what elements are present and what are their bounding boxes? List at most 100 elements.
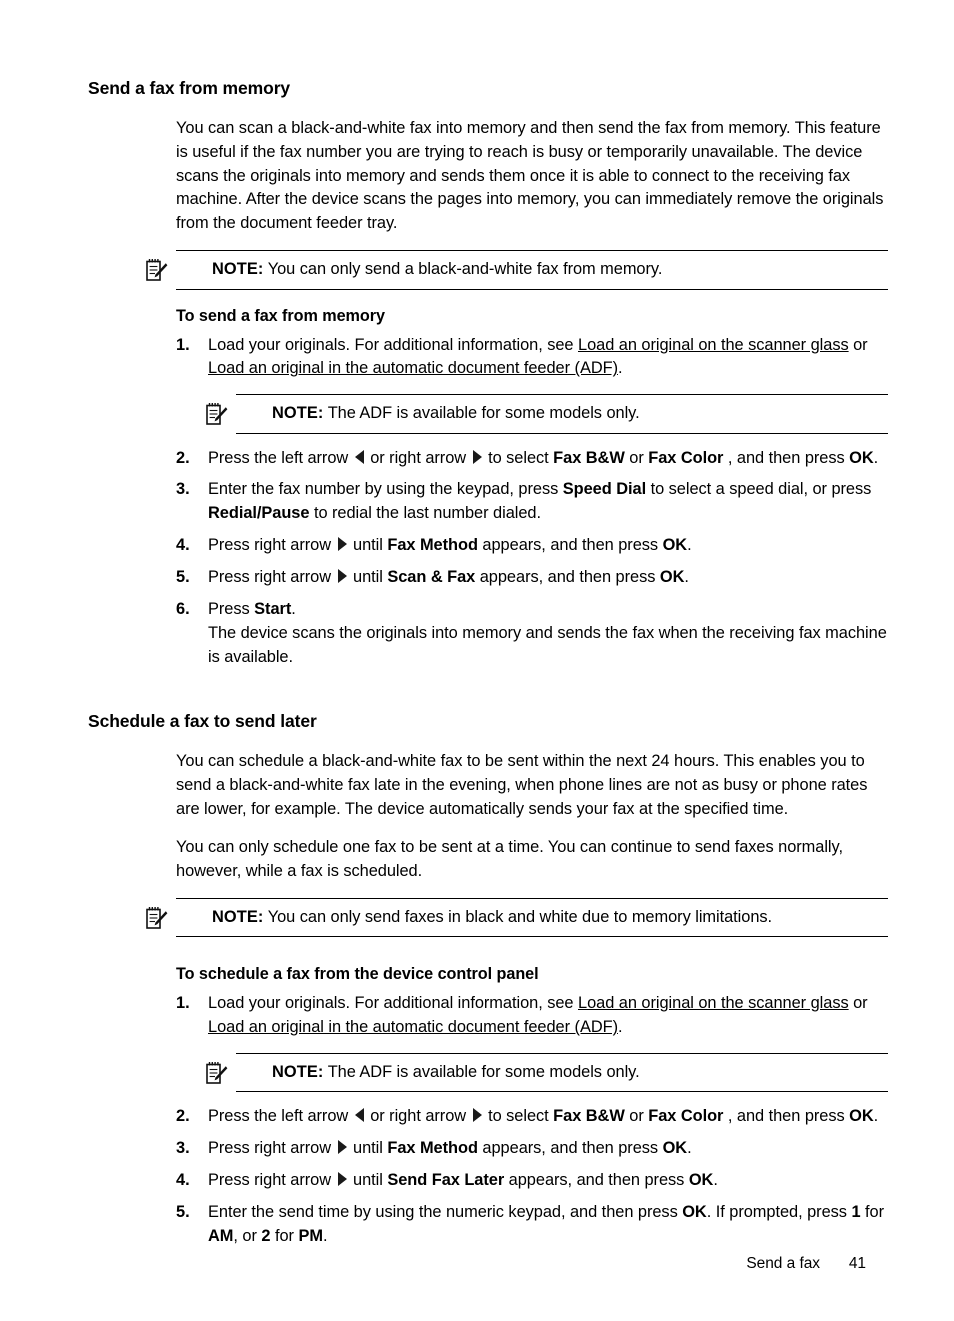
step-number: 4.: [176, 1170, 190, 1189]
note-box-3: NOTE: You can only send faxes in black a…: [146, 897, 888, 937]
step-number: 5.: [176, 1202, 190, 1221]
control-label-fax-bw: Fax B&W: [553, 448, 625, 467]
note-pad-pencil-icon: [206, 1061, 228, 1085]
step-text-a: Press: [208, 599, 255, 618]
procedure-heading-2: To schedule a fax from the device contro…: [176, 964, 539, 983]
section-heading-schedule-fax: Schedule a fax to send later: [88, 711, 317, 732]
section-body-2: You can schedule a black-and-white fax t…: [146, 750, 888, 1248]
list-item: 6. Press Start. The device scans the orig…: [176, 598, 888, 670]
list-item: 5. Press right arrow until Scan & Fax app…: [176, 566, 888, 590]
control-label-ok: OK: [662, 1138, 688, 1157]
step-text-d: .: [684, 568, 689, 587]
step-text-a: Press the left arrow: [208, 448, 353, 467]
note-text: The ADF is available for some models onl…: [327, 404, 640, 423]
link-load-original-scanner-glass[interactable]: Load an original on the scanner glass: [578, 336, 849, 354]
footer-page-number: 41: [848, 1255, 866, 1272]
step-text-b: or right arrow: [365, 1107, 471, 1126]
control-label-ok: OK: [662, 536, 688, 555]
left-arrow-icon: [354, 449, 364, 464]
step-text-e: , and then press: [727, 448, 850, 467]
note-box-4: NOTE: The ADF is available for some mode…: [206, 1052, 888, 1093]
control-label-fax-color: Fax Color: [648, 1107, 728, 1126]
step-text-d: or: [624, 1107, 649, 1126]
note-label: NOTE:: [272, 1062, 324, 1081]
step-number: 3.: [176, 1138, 190, 1157]
note-label: NOTE:: [272, 404, 324, 423]
note-content-4: NOTE: The ADF is available for some mode…: [236, 1062, 888, 1083]
step-text-d: .: [713, 1170, 718, 1189]
page-title: Send a fax from memory: [88, 78, 291, 98]
list-item: 4. Press right arrow until Send Fax Later…: [176, 1169, 888, 1193]
note-pad-pencil-icon: [146, 906, 168, 930]
step-text-c: appears, and then press: [475, 568, 660, 587]
step-number: 1.: [176, 335, 190, 354]
step-text-f: .: [873, 1107, 879, 1126]
control-label-ok: OK: [849, 1107, 874, 1126]
intro-paragraph-2a: You can schedule a black-and-white fax t…: [176, 752, 868, 819]
step-text-a: Enter the fax number by using the keypad…: [208, 480, 563, 499]
note-label: NOTE:: [212, 907, 264, 926]
note-label: NOTE:: [212, 260, 264, 279]
list-item: 1. Load your originals. For additional in…: [176, 992, 888, 1093]
list-item: 3. Press right arrow until Fax Method app…: [176, 1137, 888, 1161]
step-number: 3.: [176, 480, 190, 499]
step-text-d: , or: [233, 1226, 262, 1245]
note-pad-pencil-icon: [146, 258, 168, 282]
link-load-original-scanner-glass[interactable]: Load an original on the scanner glass: [578, 994, 849, 1012]
step-text-b: . If prompted, press: [706, 1202, 852, 1221]
step-text-b: .: [291, 599, 296, 618]
note-content-3: NOTE: You can only send faxes in black a…: [176, 907, 888, 928]
note-pad-pencil-icon: [206, 402, 228, 426]
note-box-1: NOTE: You can only send a black-and-whit…: [146, 250, 888, 290]
step-number: 5.: [176, 568, 190, 587]
step-text-c: .: [617, 359, 623, 378]
step-number: 4.: [176, 536, 190, 555]
control-label-ok: OK: [849, 448, 874, 467]
link-load-original-adf[interactable]: Load an original in the automatic docume…: [208, 1018, 618, 1036]
control-label-ok: OK: [682, 1202, 707, 1221]
footer-section-title: Send a fax: [746, 1255, 820, 1272]
step-text-f: .: [322, 1226, 328, 1245]
step-text-a: Press right arrow: [208, 1138, 336, 1157]
control-label-fax-bw: Fax B&W: [553, 1107, 625, 1126]
control-label-start: Start: [254, 599, 292, 618]
right-arrow-icon: [337, 569, 347, 584]
label-am: AM: [208, 1226, 234, 1245]
control-label-redial-pause: Redial/Pause: [208, 504, 310, 523]
note-box-2: NOTE: The ADF is available for some mode…: [206, 394, 888, 434]
page-content: Send a fax from memory You can scan a bl…: [88, 78, 888, 1248]
control-label-fax-method: Fax Method: [387, 536, 478, 555]
step-text-b: to select a speed dial, or press: [646, 480, 872, 499]
link-load-original-adf[interactable]: Load an original in the automatic docume…: [208, 359, 618, 377]
keypad-label-1: 1: [851, 1202, 861, 1221]
right-arrow-icon: [337, 1139, 347, 1154]
step-text-d: or: [624, 448, 649, 467]
right-arrow-icon: [472, 1108, 482, 1123]
step-text-c: appears, and then press: [477, 1138, 663, 1157]
right-arrow-icon: [472, 449, 482, 464]
step-text-a: Press right arrow: [208, 1170, 336, 1189]
step-text-a: Press the left arrow: [208, 1107, 353, 1126]
step-text-a: Load your originals. For additional info…: [208, 335, 578, 354]
step-text-c: to redial the last number dialed.: [309, 504, 541, 523]
step-text-a: Enter the send time by using the numeric…: [208, 1202, 683, 1221]
label-pm: PM: [298, 1226, 323, 1245]
step-text-c: appears, and then press: [504, 1170, 689, 1189]
right-arrow-icon: [337, 537, 347, 552]
step-text-b: until: [348, 568, 388, 587]
right-arrow-icon: [337, 1171, 347, 1186]
page-footer: Send a fax 41: [88, 1255, 866, 1273]
step-text-c: for: [860, 1202, 885, 1221]
procedure-list-1: 1. Load your originals. For additional in…: [176, 334, 888, 670]
step-text-f: .: [873, 448, 879, 467]
control-label-speed-dial: Speed Dial: [562, 480, 647, 499]
step-number: 1.: [176, 994, 190, 1013]
list-item: 4. Press right arrow until Fax Method app…: [176, 534, 888, 558]
step-text-b: until: [348, 1138, 388, 1157]
step-text-b: until: [348, 536, 388, 555]
note-text: You can only send a black-and-white fax …: [267, 260, 663, 279]
step-number: 6.: [176, 599, 190, 618]
step-text-c: to select: [483, 1107, 554, 1126]
step-text-b: until: [348, 1170, 388, 1189]
procedure-list-2: 1. Load your originals. For additional in…: [176, 992, 888, 1248]
